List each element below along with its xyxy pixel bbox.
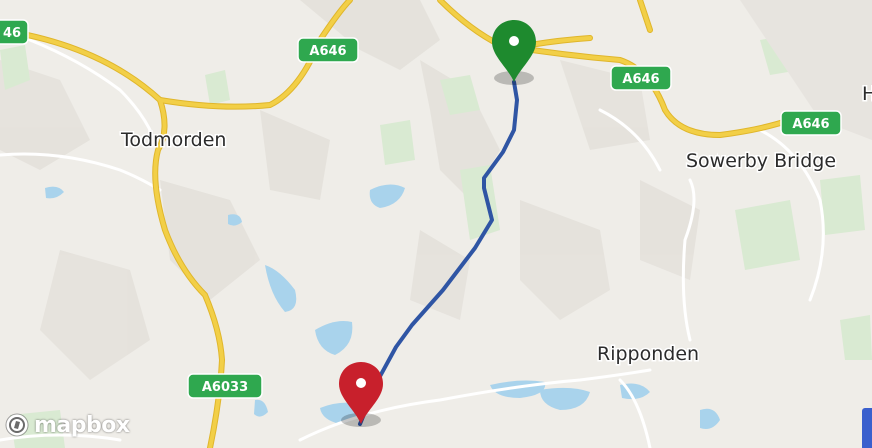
road-shield-a646-east: A646 xyxy=(610,65,672,91)
svg-text:A6033: A6033 xyxy=(202,380,248,395)
end-marker[interactable] xyxy=(339,362,383,427)
mapbox-logo-text: mapbox xyxy=(34,412,130,438)
place-label-partial: H xyxy=(862,83,872,105)
place-label-sowerby-bridge: Sowerby Bridge xyxy=(686,150,836,172)
svg-text:A646: A646 xyxy=(309,44,346,59)
road-shield-a646-west: A646 xyxy=(297,37,359,63)
mapbox-logo[interactable]: mapbox xyxy=(4,410,130,440)
map-control-button[interactable] xyxy=(862,408,872,448)
pin-dot xyxy=(356,378,366,388)
minor-roads xyxy=(0,38,825,448)
place-label-todmorden: Todmorden xyxy=(120,129,226,151)
map-pin-icon xyxy=(492,20,536,82)
road-shield-a646-sowerby: A646 xyxy=(780,110,842,136)
mapbox-logo-icon xyxy=(5,413,29,437)
road-shield-partial: 46 xyxy=(0,19,29,45)
map-canvas[interactable]: A646 A646 A646 A6033 46 Todmorden Sowerb… xyxy=(0,0,872,448)
map-view[interactable]: A646 A646 A646 A6033 46 Todmorden Sowerb… xyxy=(0,0,872,448)
place-label-ripponden: Ripponden xyxy=(597,343,699,365)
road-shield-a6033: A6033 xyxy=(187,373,263,399)
pin-dot xyxy=(509,36,519,46)
water-layer xyxy=(45,184,720,429)
svg-text:A646: A646 xyxy=(792,117,829,132)
svg-text:46: 46 xyxy=(3,26,21,41)
start-marker[interactable] xyxy=(492,20,536,85)
svg-text:A646: A646 xyxy=(622,72,659,87)
